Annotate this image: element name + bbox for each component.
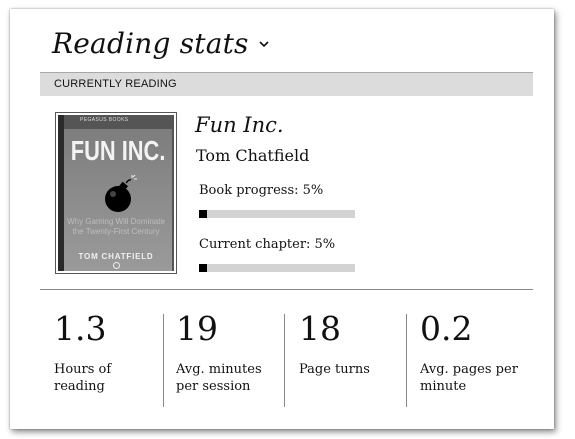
stat-value: 18 [299, 309, 341, 348]
stat-value: 0.2 [420, 309, 473, 348]
stat-label: Avg. pages per minute [420, 362, 518, 394]
reading-stats-card: Reading stats CURRENTLY READING PEGASUS … [10, 9, 554, 429]
cover-subtitle: Why Gaming Will Dominate the Twenty-Firs… [67, 217, 165, 236]
stat-separator [163, 314, 164, 407]
book-progress-fill [199, 210, 207, 218]
stat-separator [406, 314, 407, 407]
cover-publisher: PEGASUS BOOKS [80, 117, 129, 123]
chevron-down-icon [259, 41, 269, 48]
book-author: Tom Chatfield [196, 146, 310, 165]
stat-label: Page turns [299, 362, 370, 377]
page-title: Reading stats [52, 27, 249, 60]
stat-avg-pages-per-minute: 0.2 Avg. pages per minute [420, 309, 525, 407]
stat-value: 1.3 [54, 309, 107, 348]
cover-title: FUN INC. [70, 135, 166, 166]
book-progress-label: Book progress: 5% [199, 183, 324, 198]
stat-separator [284, 314, 285, 407]
stat-avg-minutes-per-session: 19 Avg. minutes per session [176, 309, 281, 407]
stat-value: 19 [176, 309, 218, 348]
reading-stats-dropdown[interactable]: Reading stats [52, 27, 271, 60]
section-divider [40, 289, 533, 290]
bomb-icon [105, 174, 137, 212]
stat-label: Avg. minutes per session [176, 362, 262, 394]
stat-label: Hours of reading [54, 362, 112, 394]
cover-right-edge [172, 115, 174, 271]
stat-hours-of-reading: 1.3 Hours of reading [54, 309, 159, 407]
publisher-logo-icon [113, 262, 120, 269]
cover-spine-edge [58, 115, 64, 271]
book-cover[interactable]: PEGASUS BOOKS FUN INC. Why Gaming Will D… [55, 112, 177, 274]
book-progress-bar [199, 210, 355, 218]
cover-author: TOM CHATFIELD [78, 252, 154, 261]
chapter-progress-label: Current chapter: 5% [199, 237, 336, 252]
section-header-currently-reading: CURRENTLY READING [40, 72, 533, 96]
book-title[interactable]: Fun Inc. [195, 113, 284, 137]
book-cover-art: PEGASUS BOOKS FUN INC. Why Gaming Will D… [58, 115, 174, 271]
stat-page-turns: 18 Page turns [299, 309, 404, 407]
chapter-progress-bar [199, 264, 355, 272]
chapter-progress-fill [199, 264, 207, 272]
